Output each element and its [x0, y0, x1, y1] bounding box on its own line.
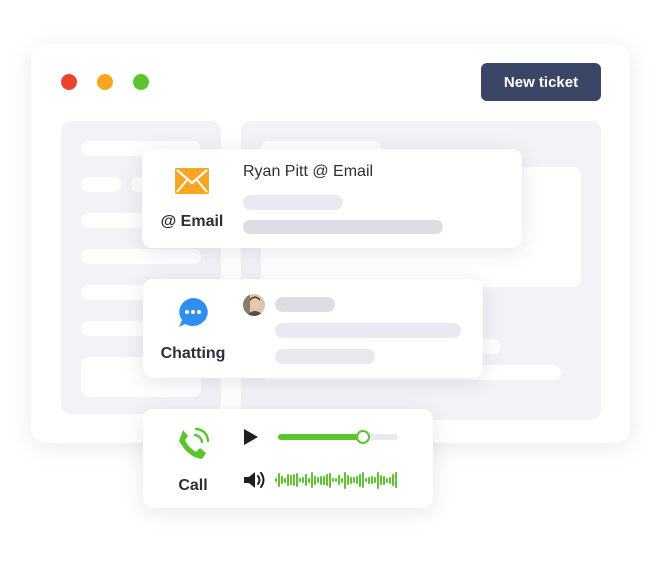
audio-progress-track[interactable] [278, 430, 398, 444]
email-placeholder-line [243, 195, 343, 210]
waveform-bar [296, 473, 298, 487]
waveform-bar [290, 475, 292, 485]
volume-icon[interactable] [243, 470, 267, 490]
waveform-bar [311, 472, 313, 488]
email-ticket-title: Ryan Pitt @ Email [243, 163, 374, 180]
waveform-bar [284, 477, 286, 483]
waveform-bar [338, 475, 340, 485]
waveform-bar [302, 477, 304, 483]
waveform-bar [320, 475, 322, 485]
waveform-bar [380, 475, 382, 485]
waveform-bar [353, 477, 355, 483]
minimize-window-dot[interactable] [97, 74, 113, 90]
waveform-bar [344, 471, 346, 489]
waveform-bar [389, 476, 391, 484]
waveform-bar [341, 477, 343, 483]
waveform-bar [368, 476, 370, 484]
chat-bubble-icon [176, 296, 210, 330]
waveform-bar [347, 475, 349, 485]
waveform-bar [308, 477, 310, 483]
waveform-bar [374, 477, 376, 483]
waveform-bar [350, 476, 352, 484]
waveform-bar [314, 475, 316, 485]
waveform-bar [356, 476, 358, 484]
email-channel-label: @ Email [160, 213, 224, 230]
waveform-bar [371, 476, 373, 484]
waveform-bar [359, 473, 361, 487]
waveform-bar [317, 477, 319, 483]
waveform-bar [365, 478, 367, 482]
phone-ringing-icon [175, 426, 211, 462]
waveform-bar [326, 474, 328, 486]
audio-progress-fill [278, 434, 364, 440]
waveform-bar [383, 475, 385, 485]
avatar [243, 294, 265, 316]
waveform-bar [395, 472, 397, 488]
waveform-bar [281, 476, 283, 484]
waveform-bar [386, 477, 388, 483]
waveform-bar [329, 472, 331, 488]
email-placeholder-line [243, 220, 443, 234]
waveform-bar [332, 478, 334, 482]
maximize-window-dot[interactable] [133, 74, 149, 90]
waveform-bar [335, 478, 337, 482]
waveform-bar [323, 475, 325, 485]
call-channel-label: Call [178, 477, 208, 494]
envelope-icon [174, 167, 210, 195]
waveform-bar [299, 478, 301, 482]
chat-placeholder-line [275, 297, 335, 312]
close-window-dot[interactable] [61, 74, 77, 90]
waveform-bar [305, 474, 307, 486]
new-ticket-button[interactable]: New ticket [481, 63, 601, 101]
waveform-bar [278, 473, 280, 487]
audio-waveform [275, 469, 399, 491]
waveform-bar [293, 474, 295, 486]
sidebar-placeholder [81, 249, 201, 264]
chat-channel-label: Chatting [160, 345, 226, 362]
chat-placeholder-line [275, 323, 461, 338]
waveform-bar [287, 474, 289, 486]
waveform-bar [275, 478, 277, 482]
waveform-bar [362, 472, 364, 488]
waveform-bar [377, 471, 379, 489]
waveform-bar [392, 474, 394, 486]
play-icon[interactable] [243, 428, 259, 446]
chat-placeholder-line [275, 349, 375, 364]
sidebar-placeholder [81, 177, 121, 192]
